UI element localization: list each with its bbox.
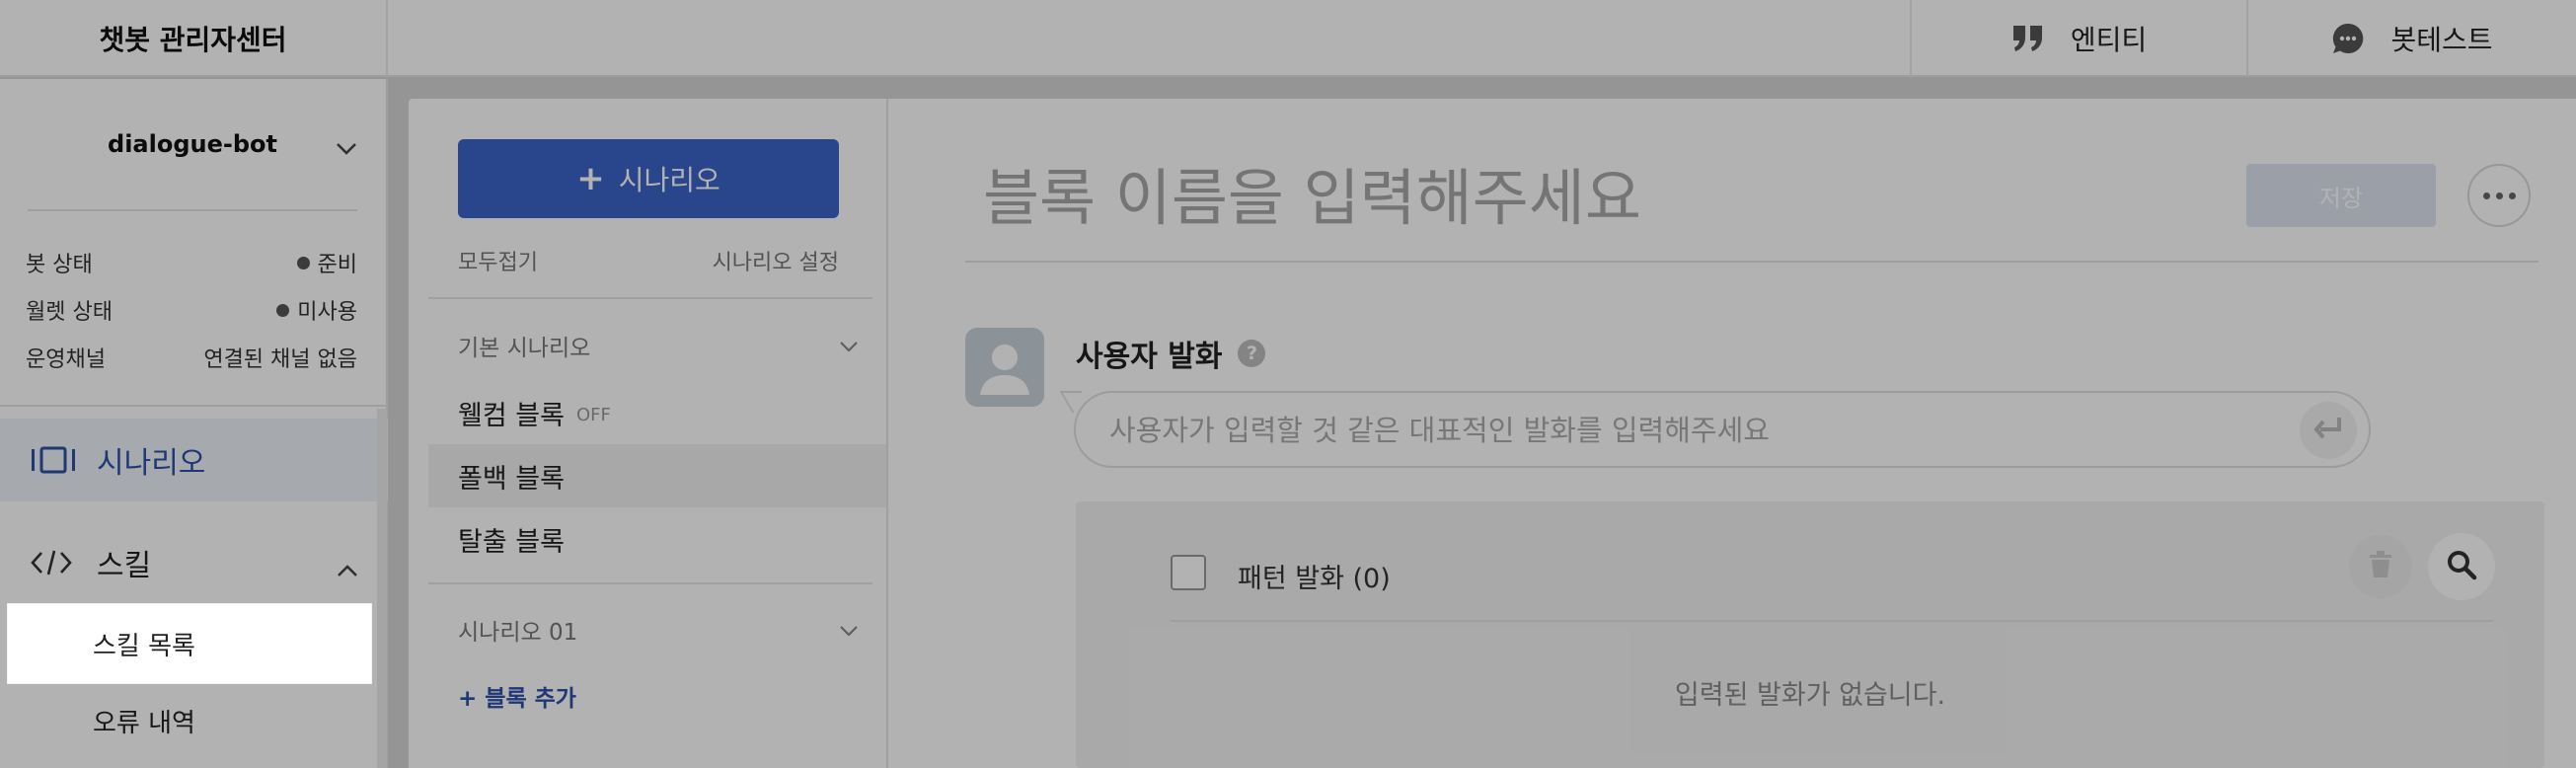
utterance-input-box (1074, 391, 2371, 468)
add-scenario-button[interactable]: + 시나리오 (458, 139, 839, 218)
divider (1171, 620, 2493, 622)
chevron-down-icon (839, 617, 859, 643)
collapse-all-link[interactable]: 모두접기 (458, 245, 538, 276)
empty-state-text: 입력된 발화가 없습니다. (1674, 680, 1946, 711)
more-dot-icon (2482, 192, 2490, 199)
status-dot-icon (276, 303, 290, 317)
status-value: 미사용 (297, 300, 357, 325)
more-options-button[interactable] (2467, 164, 2531, 227)
delete-button[interactable] (2349, 535, 2412, 598)
enter-icon (2313, 416, 2343, 445)
divider (0, 405, 388, 407)
sidebar-subitem-error-log[interactable]: 오류 내역 (8, 683, 371, 758)
status-row-bot: 봇 상태 준비 (26, 243, 357, 282)
pattern-utterance-panel (1076, 501, 2544, 768)
app-title[interactable]: 챗봇 관리자센터 (0, 0, 388, 77)
scenario-icon (30, 445, 77, 475)
chevron-up-icon (337, 551, 358, 585)
status-label: 운영채널 (26, 347, 106, 372)
user-avatar-icon (965, 328, 1044, 407)
add-scenario-label: 시나리오 (618, 164, 720, 196)
divider (965, 261, 2538, 263)
search-icon (2446, 549, 2477, 584)
enter-button[interactable] (2300, 402, 2357, 459)
plus-icon: + (576, 159, 605, 198)
scenario-group-default[interactable]: 기본 시나리오 (458, 326, 859, 365)
status-dot-icon (296, 256, 310, 269)
sidebar-item-scenario[interactable]: 시나리오 (0, 419, 388, 501)
block-label: 탈출 블록 (458, 526, 565, 558)
sidebar-scrollbar[interactable] (377, 409, 387, 768)
status-value: 준비 (317, 253, 357, 277)
off-badge: OFF (575, 404, 611, 425)
nav-bottest-label: 봇테스트 (2390, 24, 2493, 56)
scenario-group-title: 기본 시나리오 (458, 336, 591, 361)
scenario-group-title: 시나리오 01 (458, 620, 578, 646)
chevron-down-icon (336, 134, 357, 162)
block-item-exit[interactable]: 탈출 블록 (428, 507, 886, 571)
divider (28, 209, 357, 211)
nav-entity-label: 엔티티 (2070, 24, 2148, 56)
scenario-settings-link[interactable]: 시나리오 설정 (691, 245, 839, 276)
status-row-channel: 운영채널 연결된 채널 없음 (26, 338, 357, 377)
block-item-welcome[interactable]: 웰컴 블록 OFF (428, 381, 886, 444)
bot-selector[interactable]: dialogue-bot (28, 109, 357, 180)
help-icon[interactable]: ? (1238, 340, 1266, 367)
save-button[interactable]: 저장 (2246, 164, 2436, 227)
sidebar-subitem-skill-list[interactable]: 스킬 목록 (8, 604, 371, 683)
utterance-input[interactable] (1109, 413, 2254, 448)
add-block-link[interactable]: + 블록 추가 (458, 679, 576, 713)
status-label: 봇 상태 (26, 253, 93, 277)
quote-icon (2011, 24, 2045, 53)
scenario-group-01[interactable]: 시나리오 01 (458, 610, 859, 650)
status-label: 월렛 상태 (26, 300, 113, 325)
user-utterance-label: 사용자 발화 ? (1076, 332, 1266, 375)
sidebar-item-skill[interactable]: 스킬 (0, 521, 388, 604)
block-label: 폴백 블록 (458, 463, 565, 495)
block-label: 웰컴 블록 (458, 400, 565, 431)
more-dot-icon (2495, 192, 2503, 199)
chevron-down-icon (839, 333, 859, 358)
nav-bottest[interactable]: 봇테스트 (2246, 0, 2576, 77)
pattern-utterance-label: 패턴 발화 (0) (1238, 564, 1391, 594)
sidebar-item-label: 시나리오 (97, 446, 206, 481)
search-button[interactable] (2428, 533, 2495, 600)
sidebar-item-label: 스킬 (97, 549, 152, 583)
select-all-checkbox[interactable] (1171, 555, 1206, 590)
user-utterance-title: 사용자 발화 (1076, 340, 1223, 374)
block-title-input[interactable] (983, 148, 2207, 247)
more-dot-icon (2508, 192, 2516, 199)
bot-name: dialogue-bot (108, 130, 277, 158)
divider (428, 582, 872, 584)
nav-entity[interactable]: 엔티티 (1910, 0, 2246, 77)
chat-bubble-icon (2331, 22, 2365, 55)
code-icon (30, 548, 73, 577)
status-row-wallet: 월렛 상태 미사용 (26, 290, 357, 330)
status-value: 연결된 채널 없음 (203, 347, 357, 372)
trash-icon (2369, 551, 2392, 582)
divider (428, 297, 872, 299)
block-item-fallback[interactable]: 폴백 블록 (428, 444, 886, 507)
